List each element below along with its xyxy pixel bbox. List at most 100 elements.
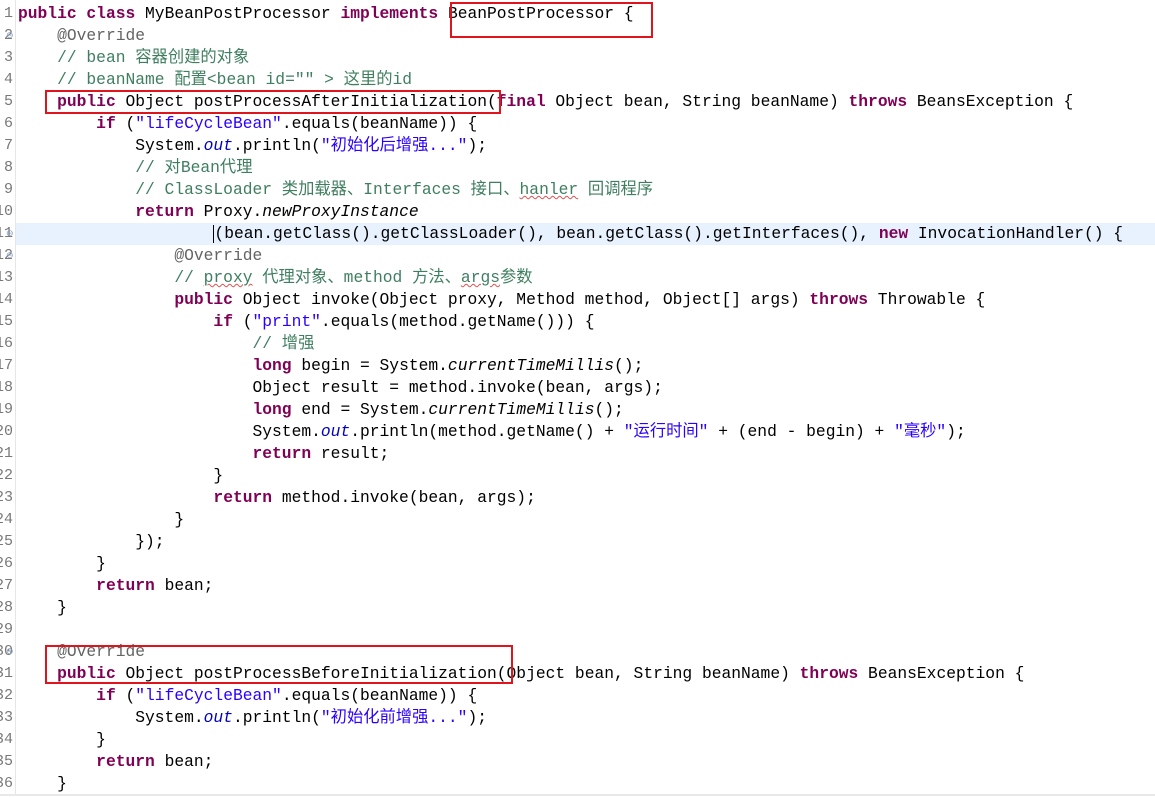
code-line[interactable]: public Object invoke(Object proxy, Metho… [18,289,1155,311]
keyword: public [57,664,116,683]
line-number: 8 [3,159,13,176]
keyword: new [878,224,909,243]
static-field: out [320,422,351,441]
code-line[interactable]: return Proxy.newProxyInstance [18,201,1155,223]
code-text: Throwable { [868,290,986,309]
fold-collapse-icon[interactable]: ⊖ [6,32,14,41]
code-line[interactable]: return result; [18,443,1155,465]
code-line[interactable]: // proxy 代理对象、method 方法、args参数 [18,267,1155,289]
code-text: + (end - begin) + [708,422,895,441]
code-line[interactable]: // 增强 [18,333,1155,355]
code-line[interactable]: // bean 容器创建的对象 [18,47,1155,69]
code-text: BeanPostProcessor { [438,4,634,23]
line-number: 26 [0,555,13,572]
code-line[interactable]: // beanName 配置<bean id="" > 这里的id [18,69,1155,91]
line-number: 27 [0,577,13,594]
code-text: } [18,730,106,749]
comment: // 增强 [252,334,315,353]
code-line[interactable]: } [18,773,1155,795]
string-literal: "lifeCycleBean" [135,686,282,705]
string-literal: "print" [252,312,321,331]
code-line[interactable]: } [18,553,1155,575]
code-line[interactable]: System.out.println("初始化前增强..."); [18,707,1155,729]
code-line[interactable]: return bean; [18,751,1155,773]
code-line[interactable]: return method.invoke(bean, args); [18,487,1155,509]
code-text: System. [18,422,321,441]
line-number: 24 [0,511,13,528]
string-literal: "lifeCycleBean" [135,114,282,133]
keyword: throws [809,290,869,309]
code-line[interactable]: // 对Bean代理 [18,157,1155,179]
code-text: .equals(beanName)) { [281,114,478,133]
string-literal: "运行时间" [623,422,709,441]
line-number: 6 [3,115,13,132]
code-text: } [18,466,224,485]
code-line[interactable]: return bean; [18,575,1155,597]
code-text: Object postProcessBeforeInitialization(O… [115,664,800,683]
code-text: begin = System. [291,356,448,375]
code-line[interactable]: public Object postProcessBeforeInitializ… [18,663,1155,685]
keyword: public [57,92,116,111]
code-line[interactable]: } [18,729,1155,751]
code-text: System. [18,708,204,727]
line-number: 13 [0,269,13,286]
code-line[interactable]: long begin = System.currentTimeMillis(); [18,355,1155,377]
static-field: out [203,708,233,727]
line-number: 22 [0,467,13,484]
code-line[interactable]: } [18,465,1155,487]
line-number: 16 [0,335,13,352]
code-line[interactable]: @Override [18,25,1155,47]
code-line[interactable] [18,619,1155,641]
code-line[interactable]: System.out.println("初始化后增强..."); [18,135,1155,157]
code-area[interactable]: public class MyBeanPostProcessor impleme… [16,0,1155,796]
keyword: long [252,356,292,375]
code-text: } [18,598,67,617]
code-text: BeansException { [858,664,1025,683]
keyword: public [174,290,233,309]
code-line[interactable]: @Override [18,641,1155,663]
keyword: throws [799,664,859,683]
code-line[interactable]: @Override [18,245,1155,267]
comment: // [174,268,204,287]
fold-collapse-icon[interactable]: ⊖ [6,230,14,239]
code-text: .equals(method.getName())) { [320,312,595,331]
line-number: 4 [3,71,13,88]
fold-collapse-icon[interactable]: ⊖ [6,648,14,657]
comment: // 对Bean代理 [135,158,253,177]
code-editor[interactable]: 12⊖34567891011⊖12⊖1314151617181920212223… [0,0,1155,796]
code-line[interactable]: public class MyBeanPostProcessor impleme… [18,3,1155,25]
line-number: 31 [0,665,13,682]
code-line[interactable]: public Object postProcessAfterInitializa… [18,91,1155,113]
line-number: 35 [0,753,13,770]
code-text: method.invoke(bean, args); [272,488,536,507]
code-line[interactable]: } [18,597,1155,619]
line-number: 1 [3,5,13,22]
code-line[interactable]: long end = System.currentTimeMillis(); [18,399,1155,421]
code-line[interactable]: } [18,509,1155,531]
code-line[interactable]: }); [18,531,1155,553]
editor-bottom-border [0,794,1155,796]
line-number: 21 [0,445,13,462]
code-line[interactable]: Object result = method.invoke(bean, args… [18,377,1155,399]
line-number: 34 [0,731,13,748]
code-text: ( [115,114,136,133]
line-number: 7 [3,137,13,154]
code-line[interactable]: // ClassLoader 类加载器、Interfaces 接口、hanler… [18,179,1155,201]
code-line[interactable]: if ("lifeCycleBean".equals(beanName)) { [18,113,1155,135]
code-line[interactable]: System.out.println(method.getName() + "运… [18,421,1155,443]
code-line[interactable]: if ("lifeCycleBean".equals(beanName)) { [18,685,1155,707]
code-line-current[interactable]: (bean.getClass().getClassLoader(), bean.… [16,223,1155,245]
fold-collapse-icon[interactable]: ⊖ [6,252,14,261]
code-text: (bean.getClass().getClassLoader(), bean.… [214,224,879,243]
keyword: if [96,114,116,133]
code-line[interactable]: if ("print".equals(method.getName())) { [18,311,1155,333]
line-number: 25 [0,533,13,550]
